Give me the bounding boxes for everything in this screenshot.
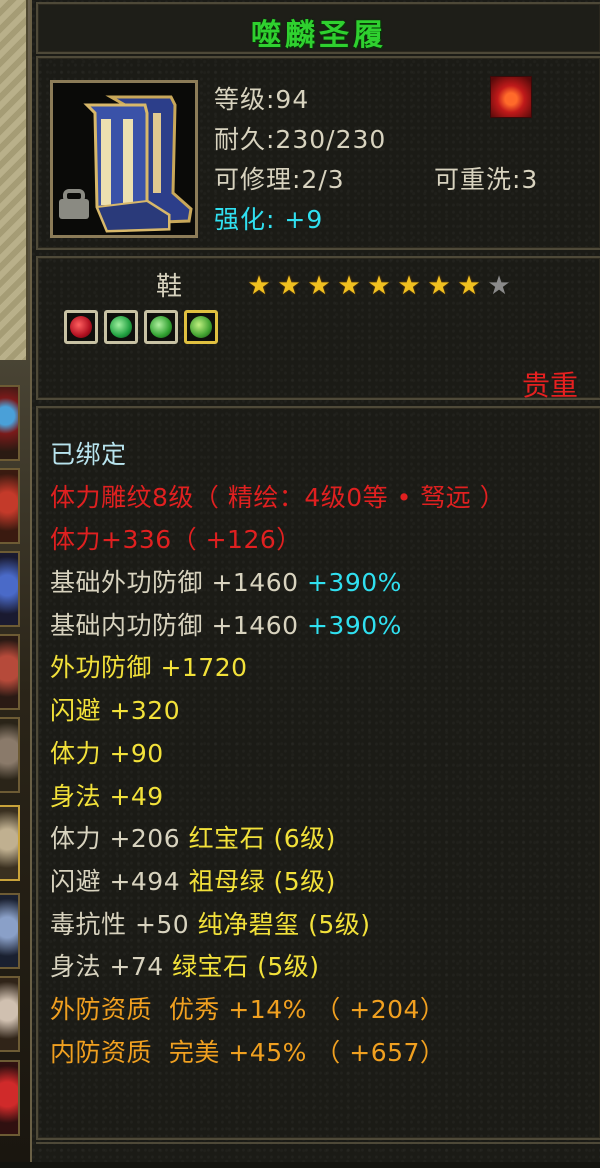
- emerald-gem-icon[interactable]: [104, 310, 138, 344]
- attribute-line: 基础外功防御 +1460 +390%: [50, 562, 505, 605]
- item-header: 等级:94 耐久:230/230 可修理:2/3 可重洗:3 强化: +9: [36, 56, 600, 250]
- attribute-line: 外防资质 优秀 +14% （ +204）: [50, 989, 505, 1032]
- item-rarity: 贵重: [521, 369, 578, 402]
- enhance-label: 强化:: [214, 205, 276, 234]
- flame-badge-icon: [490, 76, 532, 118]
- attribute-line: 体力 +90: [50, 733, 505, 776]
- attribute-line: 体力雕纹8级（ 精绘：4级0等 • 驽远 ）: [50, 477, 505, 520]
- tooltip-footer: [36, 1142, 600, 1168]
- attribute-line: 已绑定: [50, 434, 505, 477]
- attribute-text: 内防资质 完美 +45% （ +657）: [50, 1037, 446, 1067]
- attribute-text: 身法 +74: [50, 952, 173, 982]
- attribute-text: +390%: [306, 568, 402, 598]
- attribute-text: 已绑定: [50, 440, 127, 469]
- item-durability: 耐久:230/230: [214, 125, 387, 154]
- equipment-slot[interactable]: [0, 717, 20, 793]
- item-enhance: 强化: +9: [214, 200, 323, 236]
- item-level: 等级:94: [214, 85, 310, 114]
- green-gem-icon[interactable]: [184, 310, 218, 344]
- attribute-text: 基础内功防御 +1460: [50, 610, 307, 640]
- star-filled-icon: ★: [307, 271, 331, 301]
- attributes-section: 已绑定体力雕纹8级（ 精绘：4级0等 • 驽远 ） 体力+336（ +126） 基础…: [36, 406, 600, 1140]
- attribute-line: 外功防御 +1720: [50, 647, 505, 690]
- star-empty-icon: ★: [487, 271, 511, 301]
- star-rating: ★ ★ ★ ★ ★ ★ ★ ★ ★: [244, 272, 514, 300]
- star-filled-icon: ★: [397, 271, 421, 301]
- attribute-text: 体力 +206: [50, 824, 189, 854]
- attribute-line: 闪避 +494 祖母绿 (5级): [50, 861, 505, 904]
- attribute-text: 外防资质 优秀 +14% （ +204）: [50, 994, 446, 1024]
- attribute-list: 已绑定体力雕纹8级（ 精绘：4级0等 • 驽远 ） 体力+336（ +126） 基础…: [50, 434, 505, 1074]
- star-filled-icon: ★: [247, 271, 271, 301]
- item-type-section: 鞋 ★ ★ ★ ★ ★ ★ ★ ★ ★ 贵重: [36, 256, 600, 402]
- equipment-slot[interactable]: [0, 385, 20, 461]
- jade-gem-icon[interactable]: [144, 310, 178, 344]
- attribute-text: 毒抗性 +50: [50, 909, 198, 939]
- blue-boots-icon: [53, 83, 195, 235]
- equipment-slot[interactable]: [0, 893, 20, 969]
- attribute-text: 祖母绿 (5级): [188, 866, 336, 896]
- attribute-text: +390%: [306, 610, 402, 640]
- attribute-line: 体力 +206 红宝石 (6级): [50, 818, 505, 861]
- minimap-edge: [0, 0, 28, 360]
- equipment-slot[interactable]: [0, 468, 20, 544]
- enhance-value: +9: [284, 205, 324, 234]
- attribute-line: 身法 +74 绿宝石 (5级): [50, 946, 505, 989]
- ruby-gem-icon[interactable]: [64, 310, 98, 344]
- attribute-text: 体力雕纹8级（ 精绘：4级0等 • 驽远 ）: [50, 482, 506, 512]
- attribute-text: 外功防御 +1720: [50, 653, 248, 683]
- attribute-text: 绿宝石 (5级): [172, 952, 320, 982]
- equipment-slot[interactable]: [0, 551, 20, 627]
- attribute-line: 身法 +49: [50, 776, 505, 819]
- attribute-text: 红宝石 (6级): [188, 824, 336, 854]
- gem-sockets: [64, 310, 218, 344]
- star-filled-icon: ★: [427, 271, 451, 301]
- item-name: 噬麟圣履: [251, 18, 387, 53]
- tooltip-title-bar: 噬麟圣履: [36, 2, 600, 54]
- game-world-edge: [0, 0, 30, 1162]
- attribute-line: 基础内功防御 +1460 +390%: [50, 605, 505, 648]
- attribute-text: 基础外功防御 +1460: [50, 568, 307, 598]
- attribute-text: 体力+336（ +126）: [50, 525, 302, 555]
- item-tooltip: 噬麟圣履 等级:94 耐久:230/230 可修理:2/3 可重洗:3 强化: …: [30, 0, 600, 1162]
- attribute-text: 纯净碧玺 (5级): [197, 909, 371, 939]
- equipment-slot[interactable]: [0, 634, 20, 710]
- item-type: 鞋: [156, 272, 183, 302]
- item-icon-frame[interactable]: [50, 80, 198, 238]
- attribute-line: 内防资质 完美 +45% （ +657）: [50, 1032, 505, 1075]
- attribute-line: 毒抗性 +50 纯净碧玺 (5级): [50, 904, 505, 947]
- attribute-text: 体力 +90: [50, 738, 164, 768]
- equipment-slot[interactable]: [0, 976, 20, 1052]
- attribute-text: 闪避 +494: [50, 866, 189, 896]
- attribute-line: 闪避 +320: [50, 690, 505, 733]
- attribute-text: 闪避 +320: [50, 696, 181, 726]
- equipment-slot[interactable]: [0, 805, 20, 881]
- item-repair-count: 可修理:2/3: [214, 165, 345, 194]
- star-filled-icon: ★: [457, 271, 481, 301]
- star-filled-icon: ★: [367, 271, 391, 301]
- star-filled-icon: ★: [337, 271, 361, 301]
- equipment-slot[interactable]: [0, 1060, 20, 1136]
- item-rewash-count: 可重洗:3: [434, 165, 539, 194]
- attribute-text: 身法 +49: [50, 781, 164, 811]
- attribute-line: 体力+336（ +126）: [50, 519, 505, 562]
- star-filled-icon: ★: [277, 271, 301, 301]
